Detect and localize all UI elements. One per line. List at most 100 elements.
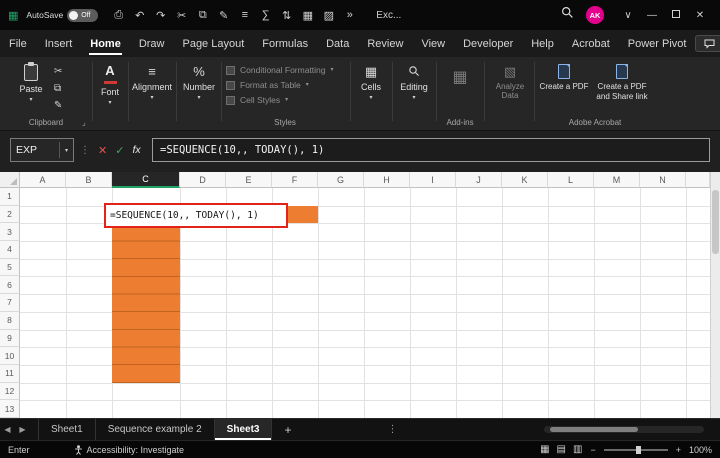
minimize-button[interactable]: — bbox=[640, 10, 664, 21]
fill-color-icon[interactable]: ▨ bbox=[318, 9, 339, 22]
ribbon-tab-insert[interactable]: Insert bbox=[36, 30, 82, 57]
sheet-tab-sheet3[interactable]: Sheet3 bbox=[215, 419, 273, 440]
zoom-slider-thumb[interactable] bbox=[636, 446, 641, 454]
styles-item-cell-styles[interactable]: Cell Styles▾ bbox=[226, 95, 334, 105]
select-all-corner[interactable] bbox=[0, 172, 20, 188]
column-header-h[interactable]: H bbox=[364, 172, 410, 188]
formula-edit-cell[interactable]: =SEQUENCE(10,, TODAY(), 1) bbox=[104, 203, 288, 228]
normal-view-icon[interactable]: ▦ bbox=[540, 444, 549, 455]
name-box[interactable]: EXP ▾ bbox=[10, 138, 74, 162]
ribbon-tab-page-layout[interactable]: Page Layout bbox=[173, 30, 253, 57]
column-header-l[interactable]: L bbox=[548, 172, 594, 188]
column-header-j[interactable]: J bbox=[456, 172, 502, 188]
ribbon-tab-power-pivot[interactable]: Power Pivot bbox=[619, 30, 696, 57]
dialog-launcher-icon[interactable]: ⌟ bbox=[82, 118, 86, 127]
new-sheet-button[interactable]: + bbox=[284, 423, 291, 437]
column-header-e[interactable]: E bbox=[226, 172, 272, 188]
ribbon-tab-help[interactable]: Help bbox=[522, 30, 563, 57]
row-header-11[interactable]: 11 bbox=[0, 365, 20, 383]
ribbon-tab-draw[interactable]: Draw bbox=[130, 30, 174, 57]
ribbon-tab-acrobat[interactable]: Acrobat bbox=[563, 30, 619, 57]
row-header-4[interactable]: 4 bbox=[0, 241, 20, 259]
column-header-a[interactable]: A bbox=[20, 172, 66, 188]
zoom-level[interactable]: 100% bbox=[689, 445, 712, 455]
row-header-5[interactable]: 5 bbox=[0, 259, 20, 277]
chevron-down-icon[interactable]: ▾ bbox=[59, 142, 68, 158]
ribbon-tab-developer[interactable]: Developer bbox=[454, 30, 522, 57]
copy-icon[interactable]: ⧉ bbox=[192, 9, 213, 22]
styles-item-format-as-table[interactable]: Format as Table▾ bbox=[226, 80, 334, 90]
column-header-g[interactable]: G bbox=[318, 172, 364, 188]
spill-overflow-cell[interactable] bbox=[288, 206, 318, 224]
create-pdf-button[interactable]: Create a PDF bbox=[538, 64, 590, 92]
table-icon[interactable]: ▦ bbox=[297, 9, 318, 22]
alignment-group-button[interactable]: ≡ Alignment ▾ bbox=[130, 65, 174, 101]
format-painter-icon[interactable]: ✎ bbox=[213, 9, 234, 22]
sheet-options-icon[interactable]: ⋮ bbox=[387, 424, 397, 435]
ribbon-tab-view[interactable]: View bbox=[412, 30, 454, 57]
row-header-9[interactable]: 9 bbox=[0, 330, 20, 348]
horizontal-scrollbar-thumb[interactable] bbox=[550, 427, 638, 432]
copy-button[interactable]: ⧉ bbox=[54, 84, 62, 94]
undo-icon[interactable]: ↶ bbox=[129, 9, 150, 22]
ribbon-tab-review[interactable]: Review bbox=[358, 30, 412, 57]
spreadsheet-grid[interactable]: ABCDEFGHIJKLMN12345678910111213 =SEQUENC… bbox=[0, 172, 710, 418]
ribbon-tab-file[interactable]: File bbox=[0, 30, 36, 57]
formula-input[interactable]: =SEQUENCE(10,, TODAY(), 1) bbox=[152, 138, 710, 162]
row-header-6[interactable]: 6 bbox=[0, 276, 20, 294]
column-header-f[interactable]: F bbox=[272, 172, 318, 188]
sheet-tab-sequence-example-2[interactable]: Sequence example 2 bbox=[96, 419, 215, 440]
maximize-button[interactable] bbox=[664, 10, 688, 21]
save-icon[interactable]: ⎙ bbox=[108, 9, 129, 22]
insert-function-button[interactable]: fx bbox=[132, 144, 140, 156]
zoom-in-button[interactable]: + bbox=[676, 445, 681, 455]
autosum-icon[interactable]: ∑ bbox=[255, 9, 276, 21]
column-header-d[interactable]: D bbox=[180, 172, 226, 188]
formula-bar-handle[interactable]: ⋮ bbox=[80, 145, 90, 156]
cut-icon[interactable]: ✂ bbox=[171, 9, 192, 22]
prev-sheet-icon[interactable]: ◀ bbox=[0, 425, 15, 434]
autosave-toggle[interactable]: AutoSave Off bbox=[26, 9, 98, 22]
align-icon[interactable]: ≡ bbox=[234, 9, 255, 21]
next-sheet-icon[interactable]: ▶ bbox=[15, 425, 30, 434]
sheet-tab-sheet1[interactable]: Sheet1 bbox=[39, 419, 96, 440]
addins-button[interactable]: ▦ bbox=[440, 71, 480, 85]
format-painter-button[interactable]: ✎ bbox=[54, 101, 62, 111]
sort-filter-icon[interactable]: ⇅ bbox=[276, 9, 297, 22]
analyze-data-button[interactable]: ▧ Analyze Data bbox=[488, 65, 532, 100]
row-header-12[interactable]: 12 bbox=[0, 383, 20, 401]
styles-item-conditional-formatting[interactable]: Conditional Formatting▾ bbox=[226, 65, 334, 75]
accessibility-checker[interactable]: Accessibility: Investigate bbox=[74, 445, 185, 455]
paste-button[interactable]: Paste ▾ bbox=[14, 64, 48, 103]
column-header-partial[interactable] bbox=[686, 172, 710, 188]
row-header-10[interactable]: 10 bbox=[0, 347, 20, 365]
cancel-button[interactable]: ✕ bbox=[98, 144, 107, 157]
column-header-c[interactable]: C bbox=[112, 172, 180, 188]
ribbon-options-icon[interactable]: ∨ bbox=[616, 10, 640, 21]
horizontal-scrollbar[interactable] bbox=[544, 426, 704, 433]
comments-button[interactable]: Comments bbox=[695, 35, 720, 52]
vertical-scrollbar[interactable] bbox=[710, 172, 720, 418]
autosave-switch[interactable]: Off bbox=[67, 9, 98, 22]
spill-range-highlight[interactable] bbox=[112, 206, 180, 383]
search-icon[interactable] bbox=[561, 6, 574, 24]
ribbon-tab-data[interactable]: Data bbox=[317, 30, 358, 57]
column-header-k[interactable]: K bbox=[502, 172, 548, 188]
cut-button[interactable]: ✂ bbox=[54, 67, 62, 77]
row-header-2[interactable]: 2 bbox=[0, 206, 20, 224]
redo-icon[interactable]: ↷ bbox=[150, 9, 171, 22]
row-header-13[interactable]: 13 bbox=[0, 400, 20, 418]
cells-group-button[interactable]: ▦ Cells ▾ bbox=[352, 65, 390, 101]
page-break-view-icon[interactable]: ▥ bbox=[573, 444, 582, 455]
close-button[interactable]: ✕ bbox=[688, 10, 712, 21]
row-header-3[interactable]: 3 bbox=[0, 223, 20, 241]
qat-more-icon[interactable]: » bbox=[339, 9, 360, 21]
row-header-1[interactable]: 1 bbox=[0, 188, 20, 206]
zoom-slider[interactable] bbox=[604, 449, 668, 451]
avatar[interactable]: AK bbox=[586, 6, 604, 24]
font-group-button[interactable]: A Font ▾ bbox=[94, 65, 126, 106]
enter-button[interactable]: ✓ bbox=[115, 144, 124, 157]
ribbon-tab-formulas[interactable]: Formulas bbox=[253, 30, 317, 57]
vertical-scrollbar-thumb[interactable] bbox=[712, 190, 719, 254]
editing-group-button[interactable]: Editing ▾ bbox=[394, 65, 434, 101]
